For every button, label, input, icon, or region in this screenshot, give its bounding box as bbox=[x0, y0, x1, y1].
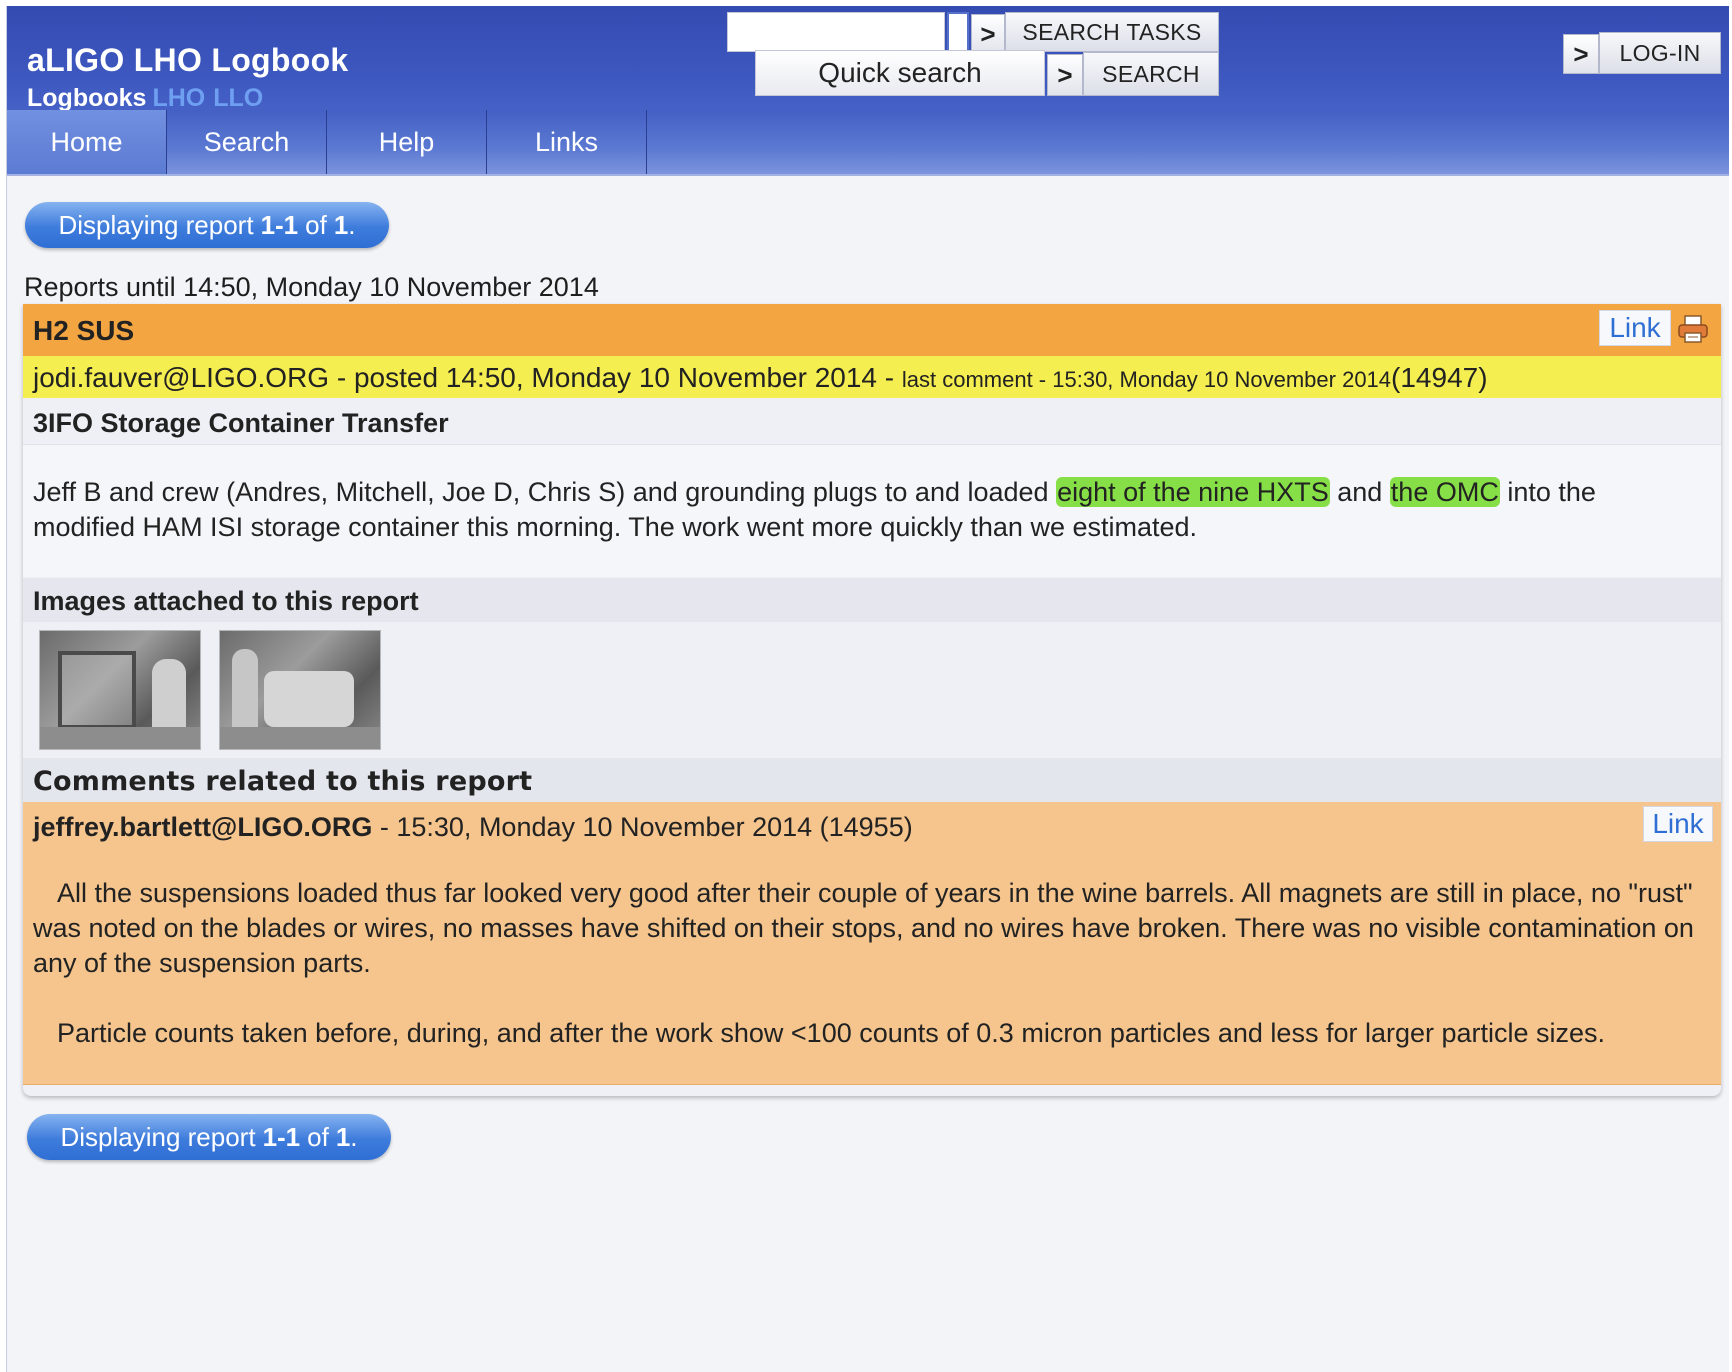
report-body-part: and bbox=[1329, 477, 1390, 507]
report-body-part: Jeff B and crew (Andres, Mitchell, Joe D… bbox=[33, 477, 1057, 507]
report-section-header: H2 SUS Link bbox=[23, 304, 1721, 357]
search-button[interactable]: SEARCH bbox=[1083, 52, 1219, 96]
report-section-title: H2 SUS bbox=[33, 315, 135, 346]
search-tasks-go-button[interactable]: > bbox=[971, 14, 1005, 54]
login-go-button[interactable]: > bbox=[1563, 34, 1599, 74]
header: aLIGO LHO Logbook Logbooks LHO LLO > SEARC… bbox=[7, 6, 1729, 113]
report-last-comment: last comment - 15:30, Monday 10 November… bbox=[901, 367, 1392, 392]
chevron-right-icon: > bbox=[1057, 59, 1073, 90]
report-body-highlight: eight of the nine HXTS bbox=[1056, 477, 1330, 507]
report-posted: - posted 14:50, Monday 10 November 2014 … bbox=[329, 362, 902, 393]
pagination-total: 1 bbox=[333, 209, 349, 240]
report-subject: 3IFO Storage Container Transfer bbox=[33, 408, 449, 438]
logbook-link-llo[interactable]: LLO bbox=[213, 84, 263, 112]
logbooks-line: Logbooks LHO LLO bbox=[27, 84, 263, 113]
chevron-right-icon: > bbox=[1573, 38, 1589, 69]
comment-paragraph: All the suspensions loaded thus far look… bbox=[33, 878, 1694, 978]
search-tasks-caret-box[interactable] bbox=[947, 12, 969, 52]
page: aLIGO LHO Logbook Logbooks LHO LLO > SEARC… bbox=[6, 6, 1729, 1372]
pagination-of: of bbox=[307, 1121, 329, 1152]
attached-image-thumbnail[interactable] bbox=[39, 630, 201, 750]
images-section-header: Images attached to this report bbox=[23, 578, 1721, 622]
quick-search-input[interactable]: Quick search bbox=[755, 50, 1045, 96]
nav-home[interactable]: Home bbox=[7, 110, 167, 174]
comment-author[interactable]: jeffrey.bartlett@LIGO.ORG bbox=[33, 812, 372, 842]
pagination-indicator-bottom: Displaying report 1-1 of 1 . bbox=[27, 1114, 391, 1160]
comment-paragraph: Particle counts taken before, during, an… bbox=[57, 1018, 1606, 1048]
app-title: aLIGO LHO Logbook bbox=[27, 42, 349, 78]
pagination-total: 1 bbox=[335, 1121, 351, 1152]
nav-search[interactable]: Search bbox=[167, 110, 327, 174]
report-body-highlight: the OMC bbox=[1389, 477, 1500, 507]
login-button[interactable]: LOG-IN bbox=[1599, 32, 1721, 74]
logbook-link-lho[interactable]: LHO bbox=[152, 84, 205, 112]
image-detail bbox=[58, 651, 136, 729]
report-body-text: Jeff B and crew (Andres, Mitchell, Joe D… bbox=[33, 475, 1693, 545]
report-author[interactable]: jodi.fauver@LIGO.ORG bbox=[33, 362, 329, 393]
pagination-range: 1-1 bbox=[260, 209, 299, 240]
image-detail bbox=[152, 659, 186, 735]
pagination-suffix: . bbox=[348, 209, 356, 240]
comment-meta: - 15:30, Monday 10 November 2014 (14955) bbox=[372, 812, 913, 842]
reports-until-text: Reports until 14:50, Monday 10 November … bbox=[24, 272, 599, 302]
chevron-right-icon: > bbox=[980, 18, 996, 49]
image-detail bbox=[232, 649, 258, 733]
images-heading: Images attached to this report bbox=[33, 586, 419, 616]
attached-image-thumbnail[interactable] bbox=[219, 630, 381, 750]
report-card: H2 SUS Link jodi.fauver@LIGO.ORG - poste… bbox=[23, 304, 1721, 1096]
pagination-indicator-top: Displaying report 1-1 of 1 . bbox=[25, 202, 389, 248]
nav-help[interactable]: Help bbox=[327, 110, 487, 174]
comment-link-button[interactable]: Link bbox=[1643, 806, 1713, 842]
report-body: Jeff B and crew (Andres, Mitchell, Joe D… bbox=[23, 444, 1721, 577]
comments-heading: Comments related to this report bbox=[33, 766, 533, 797]
comments-section-header: Comments related to this report bbox=[23, 758, 1721, 802]
logbooks-label: Logbooks bbox=[27, 84, 147, 112]
search-tasks-button[interactable]: SEARCH TASKS bbox=[1005, 12, 1219, 52]
comment-header: jeffrey.bartlett@LIGO.ORG - 15:30, Monda… bbox=[33, 812, 913, 843]
printer-icon[interactable] bbox=[1677, 314, 1711, 344]
image-detail bbox=[40, 727, 200, 749]
main-nav: Home Search Help Links bbox=[7, 110, 1729, 176]
pagination-prefix: Displaying report bbox=[60, 1121, 256, 1152]
pagination-range: 1-1 bbox=[262, 1121, 301, 1152]
search-tasks-input[interactable] bbox=[727, 12, 945, 52]
pagination-prefix: Displaying report bbox=[58, 209, 254, 240]
report-link-button[interactable]: Link bbox=[1599, 310, 1671, 346]
pagination-of: of bbox=[305, 209, 327, 240]
quick-search-go-button[interactable]: > bbox=[1047, 54, 1083, 96]
report-author-bar: jodi.fauver@LIGO.ORG - posted 14:50, Mon… bbox=[23, 356, 1721, 398]
image-detail bbox=[264, 671, 354, 727]
image-detail bbox=[220, 727, 380, 749]
nav-links[interactable]: Links bbox=[487, 110, 647, 174]
report-id: (14947) bbox=[1391, 362, 1488, 393]
pagination-suffix: . bbox=[350, 1121, 358, 1152]
comment-item: jeffrey.bartlett@LIGO.ORG - 15:30, Monda… bbox=[23, 802, 1721, 1085]
report-author-line: jodi.fauver@LIGO.ORG - posted 14:50, Mon… bbox=[33, 362, 1488, 394]
